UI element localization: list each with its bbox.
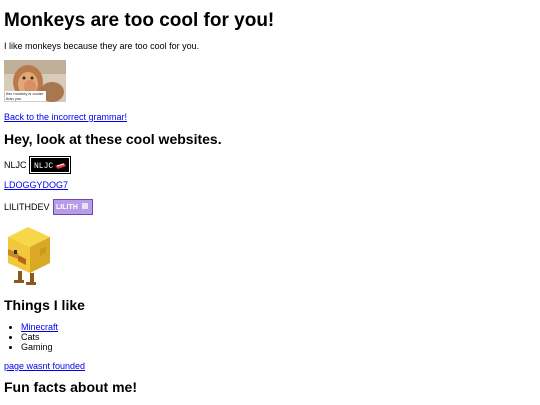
site-ldoggydog7: LDOGGYDOG7 — [4, 180, 68, 190]
lilithdev-badge[interactable]: LILITH — [52, 199, 93, 215]
lilithdev-badge-icon: LILITH — [53, 200, 90, 212]
ldoggydog7-link[interactable]: LDOGGYDOG7 — [4, 180, 68, 190]
lilithdev-badge-text: LILITH — [56, 204, 78, 211]
intro-text: I like monkeys because they are too cool… — [4, 41, 200, 51]
things-heading: Things I like — [4, 297, 85, 313]
monkey-caption: this monkey is cooler than you — [5, 91, 46, 101]
site-lilithdev-label: LILITHDEV — [4, 202, 50, 212]
nljc-badge-text: NLJC — [34, 162, 53, 171]
facts-heading: Fun facts about me! — [4, 379, 138, 395]
page-title: Monkeys are too cool for you! — [4, 10, 275, 31]
sites-heading: Hey, look at these cool websites. — [4, 131, 222, 147]
nljc-badge-icon: NLJC — [30, 158, 69, 172]
minecraft-chick-image — [4, 223, 54, 287]
site-nljc: NLJC NLJC — [4, 156, 71, 174]
not-found-link[interactable]: page wasnt founded — [4, 361, 85, 371]
site-nljc-label: NLJC — [4, 160, 27, 170]
likes-list: Minecraft Cats Gaming — [4, 322, 58, 352]
likes-item: Minecraft — [21, 322, 58, 332]
nljc-badge[interactable]: NLJC — [28, 156, 71, 174]
likes-item-minecraft-link[interactable]: Minecraft — [21, 322, 58, 332]
monkey-image: this monkey is cooler than you — [4, 60, 66, 102]
likes-item: Gaming — [21, 342, 58, 352]
back-link[interactable]: Back to the incorrect grammar! — [4, 112, 127, 122]
likes-item: Cats — [21, 332, 58, 342]
site-lilithdev: LILITHDEV LILITH — [4, 199, 93, 215]
minecraft-chick-icon — [8, 227, 50, 285]
